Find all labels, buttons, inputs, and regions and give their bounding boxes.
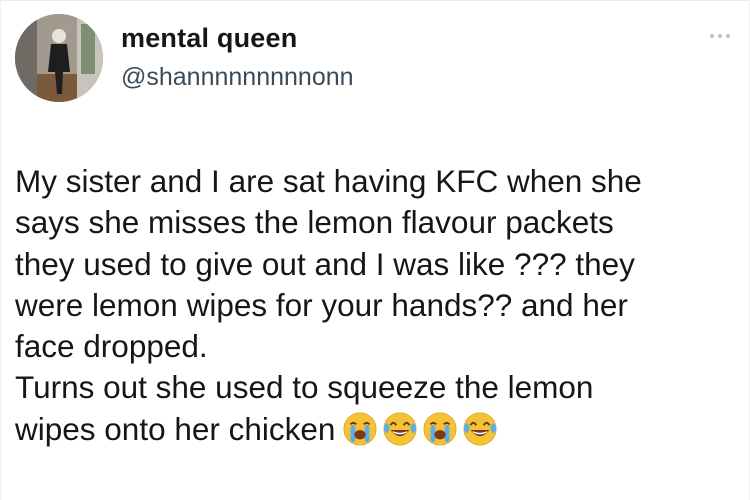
- tweet-text-line: Turns out she used to squeeze the lemon: [15, 369, 594, 406]
- display-name[interactable]: mental queen: [121, 23, 297, 54]
- ellipsis-icon: [710, 34, 714, 38]
- tweet-text-line: My sister and I are sat having KFC when …: [15, 163, 642, 199]
- user-handle[interactable]: @shannnnnnnnnonn: [121, 63, 354, 92]
- tweet-text-line: wipes onto her chicken: [15, 410, 336, 447]
- tweet-text-line: says she misses the lemon flavour packet…: [15, 204, 614, 241]
- tweet-text-line: they used to give out and I was like ???…: [15, 245, 635, 282]
- loudly-crying-face-icon: [423, 412, 457, 446]
- loudly-crying-face-icon: [343, 412, 377, 446]
- emoji-row: [343, 412, 497, 446]
- ellipsis-icon: [718, 34, 722, 38]
- avatar-photo: [15, 14, 103, 102]
- more-options-button[interactable]: [703, 25, 737, 47]
- tweet-text-line: were lemon wipes for your hands?? and he…: [15, 286, 628, 323]
- avatar[interactable]: [15, 14, 103, 102]
- tweet-text-last-line: wipes onto her chicken: [15, 409, 735, 450]
- face-with-tears-of-joy-icon: [383, 412, 417, 446]
- tweet-text: My sister and I are sat having KFC when …: [15, 161, 735, 450]
- tweet-text-line: face dropped.: [15, 328, 208, 365]
- ellipsis-icon: [726, 34, 730, 38]
- face-with-tears-of-joy-icon: [463, 412, 497, 446]
- tweet-card: mental queen @shannnnnnnnnonn My sister …: [0, 0, 750, 500]
